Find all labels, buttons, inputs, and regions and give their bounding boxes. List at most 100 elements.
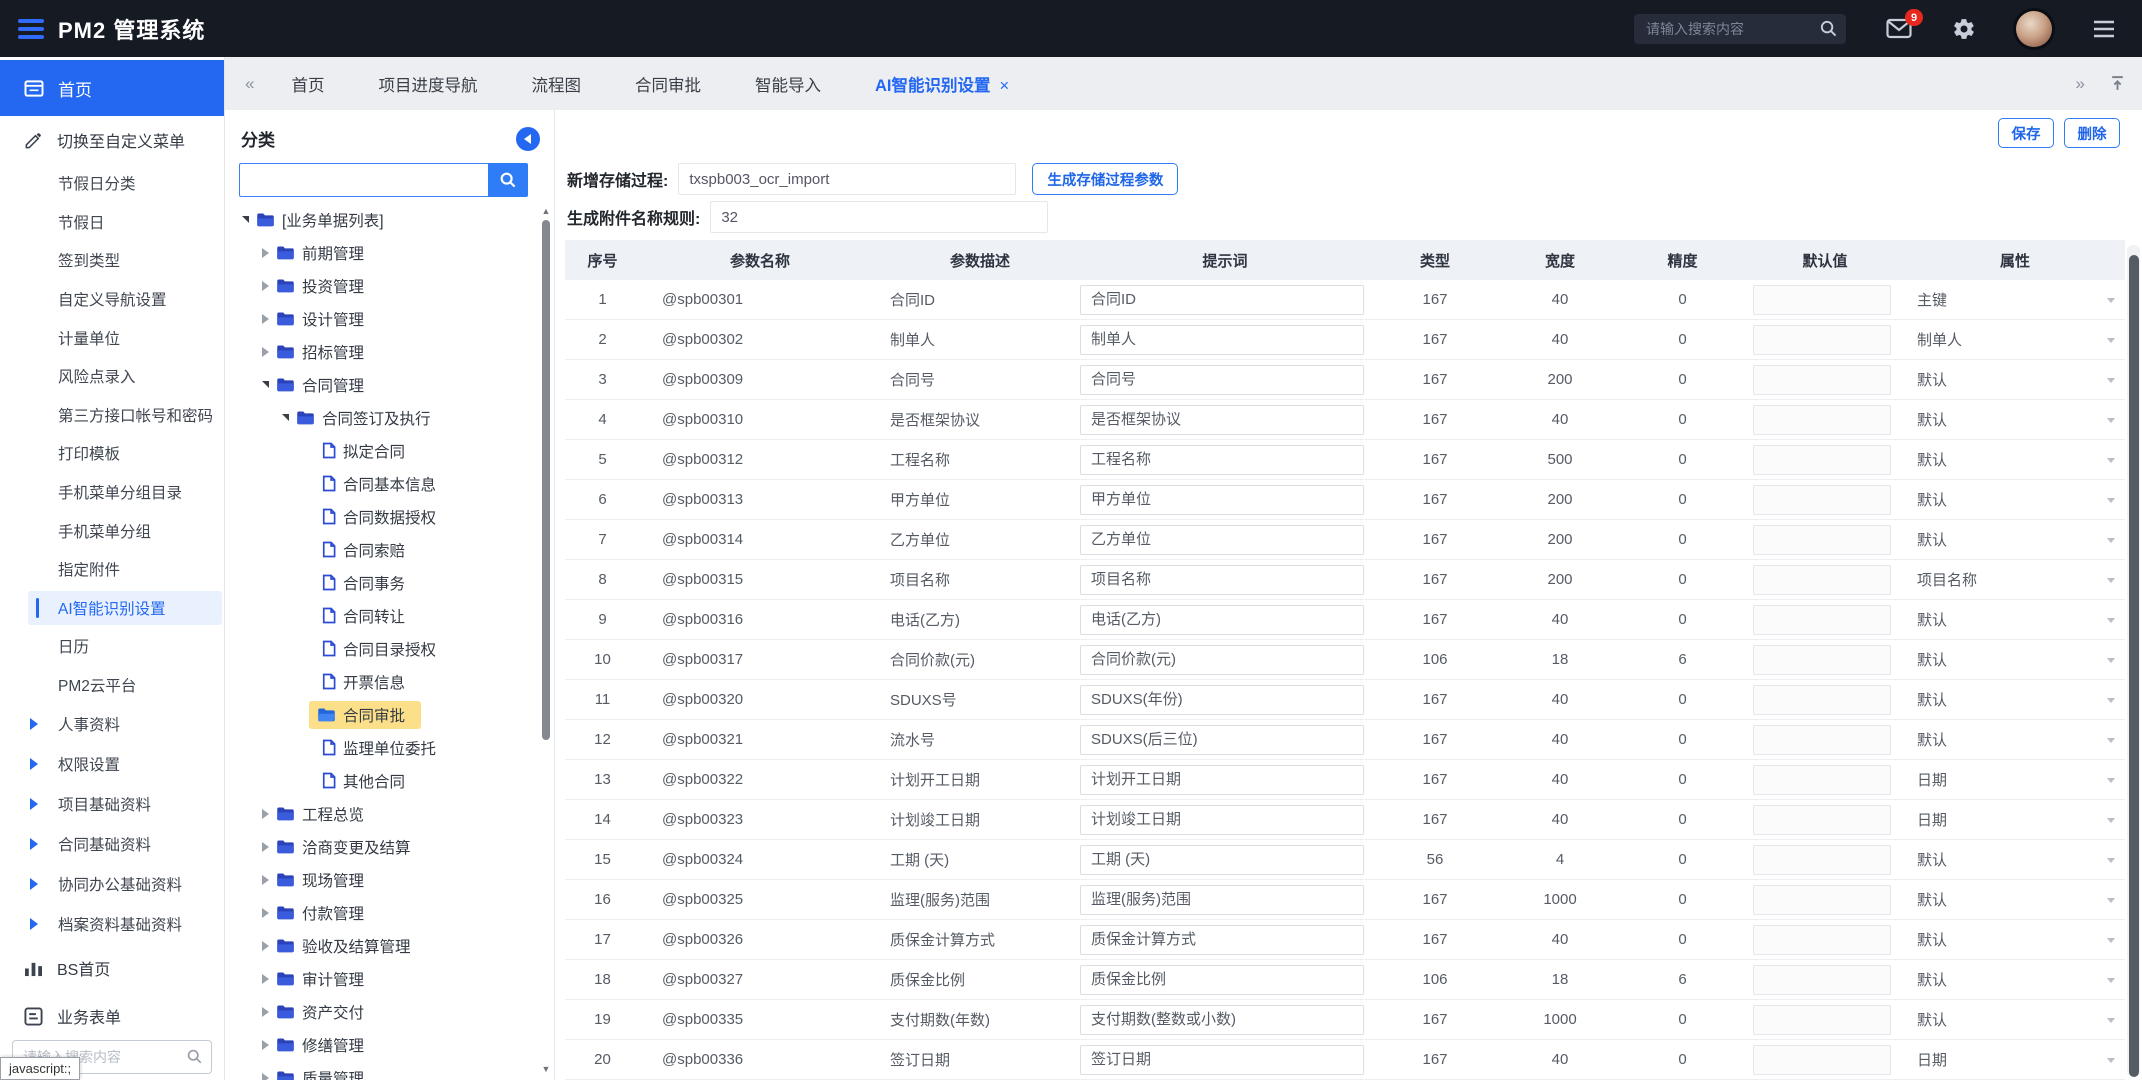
scrollbar-thumb[interactable] xyxy=(2129,255,2139,1077)
tree-item-合同审批[interactable]: 合同审批 xyxy=(225,698,554,731)
tabs-scroll-left-icon[interactable]: « xyxy=(235,74,264,94)
collapse-panel-button[interactable] xyxy=(516,127,540,151)
table-row[interactable]: 9@spb00316电话(乙方)电话(乙方)167400默认 xyxy=(565,600,2125,640)
prompt-input[interactable]: 乙方单位 xyxy=(1080,525,1364,555)
prompt-input[interactable]: 支付期数(整数或小数) xyxy=(1080,1005,1364,1035)
table-row[interactable]: 12@spb00321流水号SDUXS(后三位)167400默认 xyxy=(565,720,2125,760)
cell-attr-dropdown[interactable]: 默认 xyxy=(1905,369,2125,390)
tree-item-合同管理[interactable]: 合同管理 xyxy=(225,368,554,401)
prompt-input[interactable]: 电话(乙方) xyxy=(1080,605,1364,635)
prompt-input[interactable]: 工程名称 xyxy=(1080,445,1364,475)
main-scrollbar[interactable] xyxy=(2127,245,2140,1077)
tree-item-招标管理[interactable]: 招标管理 xyxy=(225,335,554,368)
cell-attr-dropdown[interactable]: 默认 xyxy=(1905,489,2125,510)
tree-item-设计管理[interactable]: 设计管理 xyxy=(225,302,554,335)
tree-item-其他合同[interactable]: 其他合同 xyxy=(225,764,554,797)
caret-expanded-icon[interactable] xyxy=(277,414,293,421)
sidebar-item-PM2云平台[interactable]: PM2云平台 xyxy=(0,666,224,705)
cell-attr-dropdown[interactable]: 默认 xyxy=(1905,929,2125,950)
sidebar-item-指定附件[interactable]: 指定附件 xyxy=(0,550,224,589)
tree-item-洽商变更及结算[interactable]: 洽商变更及结算 xyxy=(225,830,554,863)
table-row[interactable]: 3@spb00309合同号合同号1672000默认 xyxy=(565,360,2125,400)
category-search-input[interactable] xyxy=(239,163,488,197)
table-row[interactable]: 6@spb00313甲方单位甲方单位1672000默认 xyxy=(565,480,2125,520)
table-row[interactable]: 13@spb00322计划开工日期计划开工日期167400日期 xyxy=(565,760,2125,800)
cell-attr-dropdown[interactable]: 默认 xyxy=(1905,689,2125,710)
cell-attr-dropdown[interactable]: 日期 xyxy=(1905,809,2125,830)
default-value-input[interactable] xyxy=(1753,725,1891,755)
cell-attr-dropdown[interactable]: 制单人 xyxy=(1905,329,2125,350)
default-value-input[interactable] xyxy=(1753,925,1891,955)
caret-collapsed-icon[interactable] xyxy=(257,974,273,984)
tree-item-验收及结算管理[interactable]: 验收及结算管理 xyxy=(225,929,554,962)
delete-button[interactable]: 删除 xyxy=(2064,118,2120,148)
prompt-input[interactable]: 质保金比例 xyxy=(1080,965,1364,995)
tree-item-修缮管理[interactable]: 修缮管理 xyxy=(225,1028,554,1061)
generate-proc-params-button[interactable]: 生成存储过程参数 xyxy=(1032,163,1178,195)
close-tab-icon[interactable]: × xyxy=(999,77,1009,95)
table-row[interactable]: 4@spb00310是否框架协议是否框架协议167400默认 xyxy=(565,400,2125,440)
save-button[interactable]: 保存 xyxy=(1998,118,2054,148)
sidebar-group-合同基础资料[interactable]: 合同基础资料 xyxy=(0,824,224,864)
caret-collapsed-icon[interactable] xyxy=(257,314,273,324)
prompt-input[interactable]: 签订日期 xyxy=(1080,1045,1364,1075)
scroll-down-icon[interactable]: ▼ xyxy=(540,1064,552,1074)
default-value-input[interactable] xyxy=(1753,445,1891,475)
search-icon[interactable] xyxy=(186,1048,203,1070)
tab-合同审批[interactable]: 合同审批 xyxy=(608,72,728,96)
cell-attr-dropdown[interactable]: 日期 xyxy=(1905,769,2125,790)
cell-attr-dropdown[interactable]: 默认 xyxy=(1905,889,2125,910)
cell-attr-dropdown[interactable]: 默认 xyxy=(1905,649,2125,670)
tab-项目进度导航[interactable]: 项目进度导航 xyxy=(351,72,504,96)
sidebar-item-AI智能识别设置[interactable]: AI智能识别设置 xyxy=(0,589,224,628)
avatar[interactable] xyxy=(2016,11,2052,47)
sidebar-group-人事资料[interactable]: 人事资料 xyxy=(0,704,224,744)
caret-collapsed-icon[interactable] xyxy=(257,347,273,357)
caret-collapsed-icon[interactable] xyxy=(257,842,273,852)
default-value-input[interactable] xyxy=(1753,645,1891,675)
settings-button[interactable] xyxy=(1952,17,1976,41)
caret-collapsed-icon[interactable] xyxy=(257,248,273,258)
table-row[interactable]: 15@spb00324工期 (天)工期 (天)5640默认 xyxy=(565,840,2125,880)
tree-scrollbar[interactable]: ▲ ▼ xyxy=(540,206,552,1074)
caret-collapsed-icon[interactable] xyxy=(257,1073,273,1080)
default-value-input[interactable] xyxy=(1753,685,1891,715)
cell-attr-dropdown[interactable]: 默认 xyxy=(1905,969,2125,990)
sidebar-item-风险点录入[interactable]: 风险点录入 xyxy=(0,357,224,396)
sidebar-item-打印模板[interactable]: 打印模板 xyxy=(0,434,224,473)
proc-name-input[interactable] xyxy=(678,163,1016,195)
default-value-input[interactable] xyxy=(1753,885,1891,915)
caret-collapsed-icon[interactable] xyxy=(257,1007,273,1017)
cell-attr-dropdown[interactable]: 默认 xyxy=(1905,729,2125,750)
cell-attr-dropdown[interactable]: 日期 xyxy=(1905,1049,2125,1070)
cell-attr-dropdown[interactable]: 默认 xyxy=(1905,529,2125,550)
prompt-input[interactable]: 甲方单位 xyxy=(1080,485,1364,515)
sidebar-item-签到类型[interactable]: 签到类型 xyxy=(0,241,224,280)
caret-expanded-icon[interactable] xyxy=(237,216,253,223)
tree-item-现场管理[interactable]: 现场管理 xyxy=(225,863,554,896)
default-value-input[interactable] xyxy=(1753,525,1891,555)
prompt-input[interactable]: 合同价款(元) xyxy=(1080,645,1364,675)
table-row[interactable]: 11@spb00320SDUXS号SDUXS(年份)167400默认 xyxy=(565,680,2125,720)
prompt-input[interactable]: 制单人 xyxy=(1080,325,1364,355)
cell-attr-dropdown[interactable]: 默认 xyxy=(1905,609,2125,630)
menu-list-button[interactable] xyxy=(2092,19,2116,39)
tab-首页[interactable]: 首页 xyxy=(264,72,351,96)
caret-collapsed-icon[interactable] xyxy=(257,908,273,918)
default-value-input[interactable] xyxy=(1753,845,1891,875)
sidebar-item-节假日分类[interactable]: 节假日分类 xyxy=(0,164,224,203)
caret-expanded-icon[interactable] xyxy=(257,381,273,388)
prompt-input[interactable]: SDUXS(年份) xyxy=(1080,685,1364,715)
tree-item-付款管理[interactable]: 付款管理 xyxy=(225,896,554,929)
category-search-button[interactable] xyxy=(488,163,528,197)
tab-AI智能识别设置[interactable]: AI智能识别设置× xyxy=(848,72,1036,96)
tree-item-监理单位委托[interactable]: 监理单位委托 xyxy=(225,731,554,764)
sidebar-group-协同办公基础资料[interactable]: 协同办公基础资料 xyxy=(0,864,224,904)
tree-item-质量管理[interactable]: 质量管理 xyxy=(225,1061,554,1080)
table-row[interactable]: 10@spb00317合同价款(元)合同价款(元)106186默认 xyxy=(565,640,2125,680)
tabs-scroll-right-icon[interactable]: » xyxy=(2066,74,2095,94)
sidebar-group-档案资料基础资料[interactable]: 档案资料基础资料 xyxy=(0,904,224,944)
caret-collapsed-icon[interactable] xyxy=(257,941,273,951)
sidebar-item-计量单位[interactable]: 计量单位 xyxy=(0,318,224,357)
tree-item-合同索赔[interactable]: 合同索赔 xyxy=(225,533,554,566)
